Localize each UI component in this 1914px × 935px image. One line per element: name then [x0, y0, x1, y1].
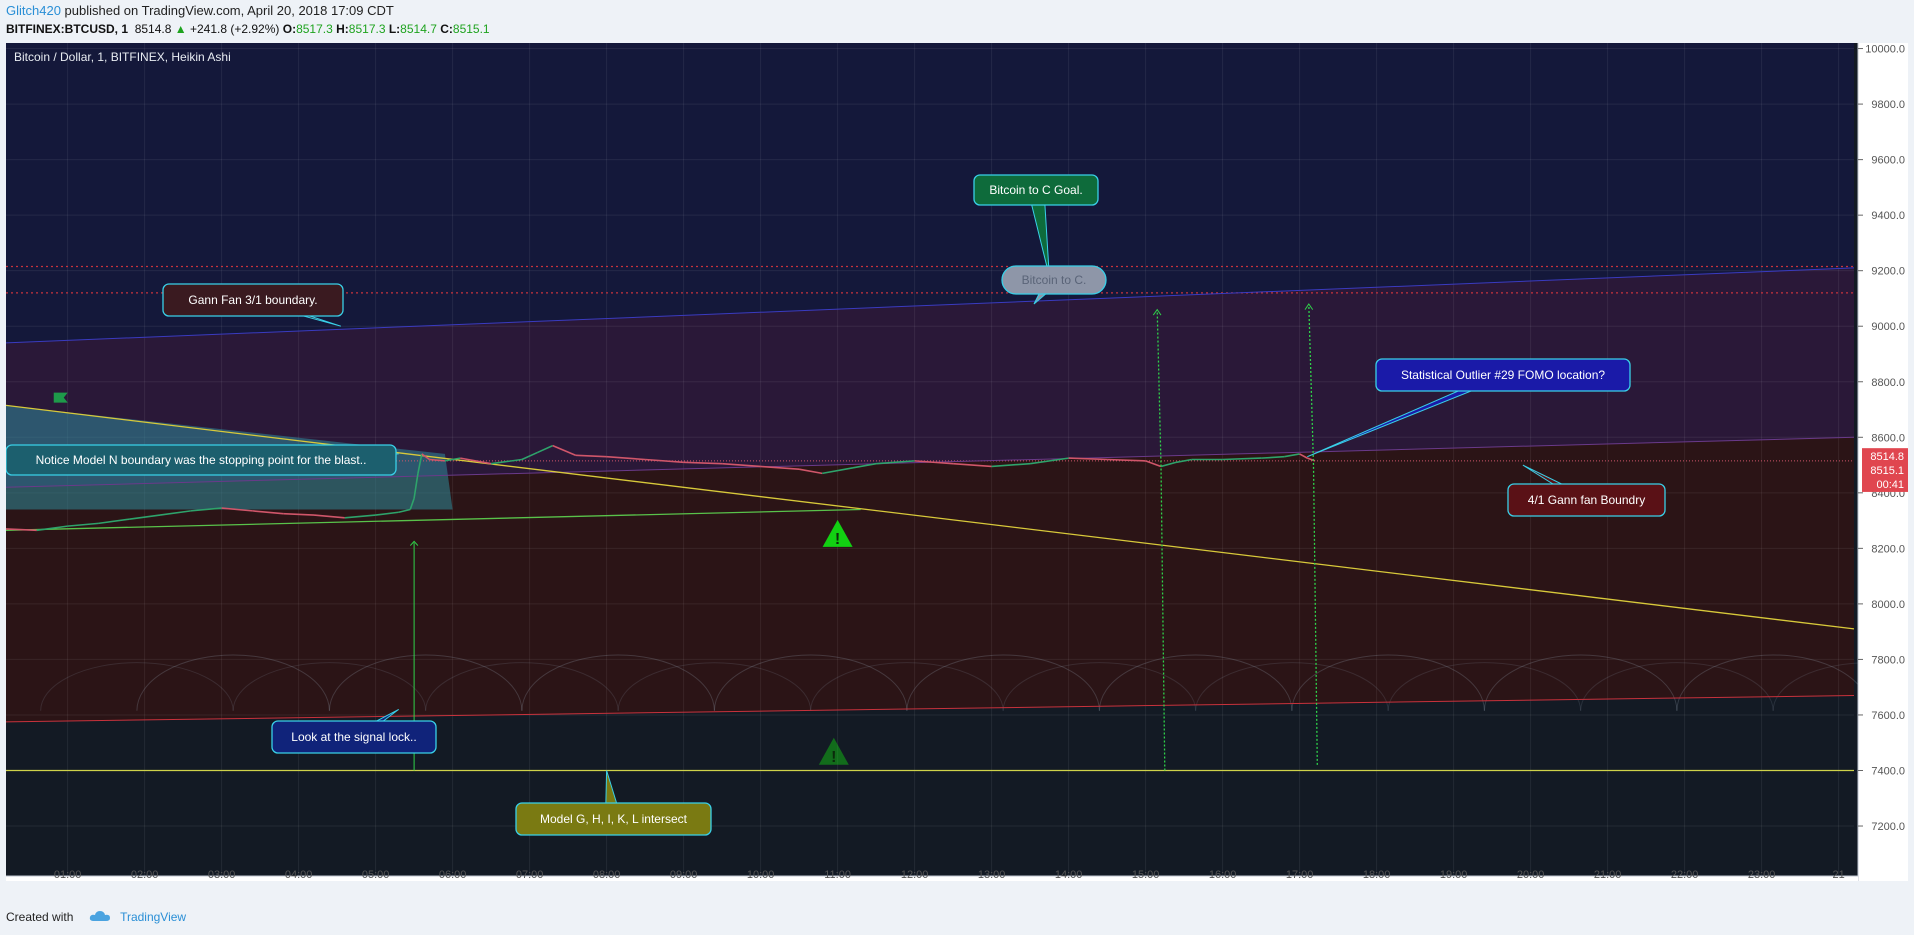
tradingview-cloud-icon: [89, 910, 111, 925]
callout-text: Look at the signal lock..: [291, 730, 416, 744]
x-tick-label: 13:00: [978, 869, 1006, 881]
high-label: H:: [336, 22, 349, 36]
price-tag-label: 8514.8: [1870, 451, 1904, 463]
x-tick-label: 09:00: [670, 869, 698, 881]
y-tick-label: 8800.0: [1871, 377, 1905, 389]
x-tick-label: 04:00: [285, 869, 313, 881]
warning-icon-mark: !: [835, 531, 840, 548]
price-tag-label: 00:41: [1876, 479, 1904, 491]
x-tick-label: 15:00: [1132, 869, 1160, 881]
x-tick-label: 11:00: [824, 869, 851, 881]
y-tick-label: 7200.0: [1871, 821, 1905, 833]
up-arrow-icon: ▲: [174, 22, 187, 36]
x-tick-label: 06:00: [439, 869, 467, 881]
y-tick-label: 7800.0: [1871, 654, 1905, 666]
y-tick-label: 9000.0: [1871, 321, 1905, 333]
price-chart[interactable]: !! Bitcoin / Dollar, 1, BITFINEX, Heikin …: [6, 43, 1908, 881]
callout-text: Bitcoin to C.: [1022, 273, 1087, 287]
x-tick-label: 07:00: [516, 869, 544, 881]
close-label: C:: [440, 22, 453, 36]
published-text: published on TradingView.com, April 20, …: [60, 3, 394, 18]
y-tick-label: 8000.0: [1871, 599, 1905, 611]
y-tick-label: 8200.0: [1871, 543, 1905, 555]
x-tick-label: 17:00: [1286, 869, 1314, 881]
y-tick-label: 9200.0: [1871, 266, 1905, 278]
open-label: O:: [282, 22, 297, 36]
x-tick-label: 19:00: [1440, 869, 1468, 881]
price-change: +241.8 (+2.92%): [189, 22, 280, 36]
x-tick-label: 22:00: [1671, 869, 1699, 881]
chart-pane[interactable]: !! Bitcoin / Dollar, 1, BITFINEX, Heikin …: [6, 43, 1908, 881]
x-tick-label: 10:00: [747, 869, 775, 881]
tradingview-link[interactable]: TradingView: [120, 910, 186, 924]
time-axis: [6, 876, 1858, 881]
symbol-info-bar: BITFINEX:BTCUSD, 1 8514.8 ▲ +241.8 (+2.9…: [6, 22, 490, 36]
footer: Created with TradingView: [6, 910, 186, 925]
y-tick-label: 7600.0: [1871, 710, 1905, 722]
low-value: 8514.7: [400, 22, 437, 36]
x-tick-label: 16:00: [1209, 869, 1237, 881]
close-value: 8515.1: [452, 22, 490, 36]
x-tick-label: 23:00: [1748, 869, 1776, 881]
open-value: 8517.3: [296, 22, 333, 36]
symbol-name: BITFINEX:BTCUSD: [6, 22, 115, 36]
x-tick-label: 14:00: [1055, 869, 1083, 881]
y-tick-label: 8600.0: [1871, 432, 1905, 444]
high-value: 8517.3: [348, 22, 386, 36]
last-price: 8514.8: [134, 22, 172, 36]
low-label: L:: [388, 22, 401, 36]
price-tag-label: 8515.1: [1870, 465, 1904, 477]
y-tick-label: 9400.0: [1871, 210, 1905, 222]
warning-icon-faded-mark: !: [831, 749, 836, 766]
x-tick-label: 21:00: [1594, 869, 1622, 881]
x-tick-label: 02:00: [131, 869, 159, 881]
author-link[interactable]: Glitch420: [6, 3, 61, 18]
publish-info: Glitch420 published on TradingView.com, …: [6, 3, 394, 18]
y-tick-label: 10000.0: [1865, 44, 1905, 56]
callout-text: Model G, H, I, K, L intersect: [540, 812, 688, 826]
created-with-text: Created with: [6, 910, 74, 924]
x-tick-label: 20:00: [1517, 869, 1545, 881]
y-tick-label: 9800.0: [1871, 99, 1905, 111]
x-tick-label: 21: [1832, 869, 1844, 881]
callout-text: 4/1 Gann fan Boundry: [1528, 493, 1645, 507]
callout-text: Gann Fan 3/1 boundary.: [188, 293, 317, 307]
x-tick-label: 18:00: [1363, 869, 1391, 881]
x-tick-label: 01:00: [54, 869, 82, 881]
callout-text: Statistical Outlier #29 FOMO location?: [1401, 368, 1605, 382]
callout-text: Bitcoin to C Goal.: [989, 183, 1082, 197]
x-tick-label: 05:00: [362, 869, 390, 881]
symbol-interval: 1: [121, 22, 129, 36]
x-tick-label: 12:00: [901, 869, 929, 881]
y-tick-label: 9600.0: [1871, 155, 1905, 167]
y-tick-label: 7400.0: [1871, 765, 1905, 777]
chart-title: Bitcoin / Dollar, 1, BITFINEX, Heikin As…: [14, 50, 231, 64]
x-tick-label: 03:00: [208, 869, 236, 881]
callout-text: Notice Model N boundary was the stopping…: [36, 453, 367, 467]
x-tick-label: 08:00: [593, 869, 621, 881]
